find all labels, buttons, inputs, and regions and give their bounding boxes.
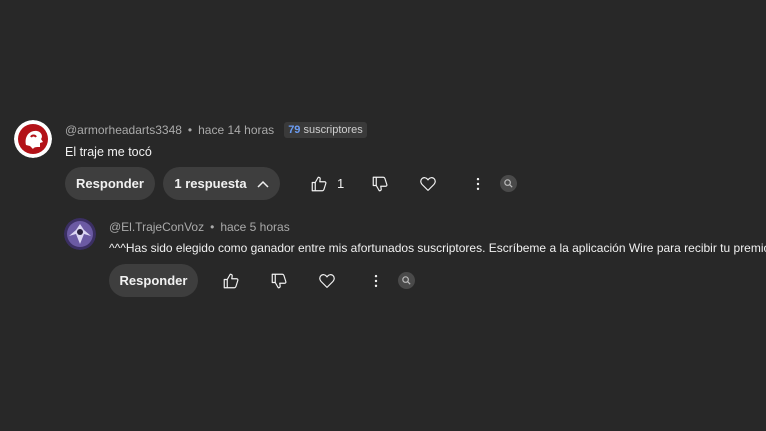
more-options-button[interactable] [361, 266, 391, 296]
dislike-button[interactable] [365, 169, 395, 199]
extension-button[interactable] [500, 175, 518, 192]
thumbs-up-icon [311, 176, 327, 191]
comment-actions: Responder [109, 264, 415, 297]
more-vert-icon [477, 177, 480, 190]
comment-text: ^^^Has sido elegido como ganador entre m… [109, 241, 766, 255]
reply-button[interactable]: Responder [65, 167, 155, 200]
comment-meta: @armorheadarts3348 • hace 14 horas 79 su… [65, 122, 367, 138]
heart-button[interactable] [312, 266, 342, 296]
timestamp[interactable]: hace 5 horas [220, 220, 289, 234]
heart-icon [319, 273, 335, 288]
reply-button[interactable]: Responder [109, 264, 198, 297]
more-options-button[interactable] [463, 169, 493, 199]
avatar[interactable] [14, 120, 52, 158]
timestamp[interactable]: hace 14 horas [198, 123, 274, 137]
heart-icon [420, 176, 437, 191]
comment-actions: Responder 1 respuesta 1 [65, 167, 518, 200]
more-vert-icon [374, 274, 378, 287]
thumbs-down-icon [271, 273, 287, 288]
separator-dot: • [210, 220, 215, 234]
comment-text: El traje me tocó [65, 145, 152, 159]
author-name[interactable]: @armorheadarts3348 [65, 123, 182, 137]
replies-toggle-button[interactable]: 1 respuesta [163, 167, 280, 200]
avatar-icon [64, 218, 96, 250]
like-button[interactable] [304, 169, 334, 199]
avatar[interactable] [64, 218, 96, 250]
replies-toggle-label: 1 respuesta [174, 176, 247, 191]
like-button[interactable] [216, 266, 246, 296]
search-icon [402, 276, 411, 285]
like-count: 1 [337, 176, 345, 191]
separator-dot: • [187, 123, 193, 137]
extension-button[interactable] [398, 272, 415, 289]
search-icon [504, 179, 513, 188]
author-name[interactable]: @El.TrajeConVoz [109, 220, 204, 234]
chevron-up-icon [257, 180, 269, 188]
subscriber-label: suscriptores [303, 124, 363, 136]
dislike-button[interactable] [264, 266, 294, 296]
subscriber-count: 79 [288, 124, 301, 136]
heart-button[interactable] [413, 169, 443, 199]
thumbs-up-icon [223, 273, 239, 288]
comment-meta: @El.TrajeConVoz • hace 5 horas [109, 220, 290, 234]
avatar-icon [14, 120, 52, 158]
thumbs-down-icon [372, 176, 388, 191]
subscriber-badge: 79 suscriptores [284, 122, 367, 138]
